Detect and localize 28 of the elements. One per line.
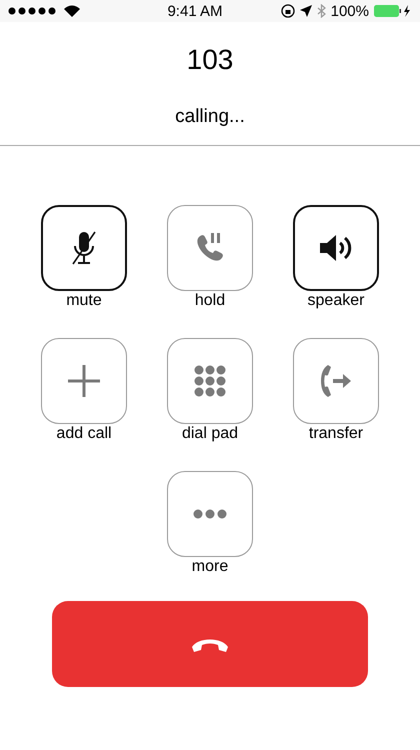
lock-rotation-icon	[280, 4, 295, 18]
button-label: transfer	[308, 425, 364, 443]
more-button[interactable]	[167, 471, 253, 557]
battery-charging-icon	[374, 4, 412, 18]
wifi-icon	[64, 5, 80, 17]
button-label: add call	[56, 425, 112, 443]
speaker-button[interactable]	[293, 205, 379, 291]
battery-percent: 100%	[330, 2, 369, 20]
hold-button[interactable]	[167, 205, 253, 291]
speaker-icon	[318, 233, 354, 263]
button-label: more	[192, 558, 228, 576]
button-label: hold	[194, 292, 226, 310]
keypad-icon	[194, 365, 226, 397]
button-label: dial pad	[182, 425, 238, 443]
plus-icon	[68, 365, 100, 397]
muted-microphone-icon	[71, 230, 97, 266]
call-status: calling...	[174, 106, 246, 128]
transfer-button[interactable]	[293, 338, 379, 424]
caller-number: 103	[186, 44, 234, 76]
button-label: mute	[66, 292, 102, 310]
mute-button[interactable]	[41, 205, 127, 291]
add-button[interactable]	[41, 338, 127, 424]
button-label: speaker	[308, 292, 364, 310]
status-time: 9:41 AM	[166, 2, 224, 20]
more-icon	[193, 509, 227, 519]
dialpad-button[interactable]	[167, 338, 253, 424]
bluetooth-icon	[316, 4, 326, 18]
location-arrow-icon	[300, 5, 312, 17]
